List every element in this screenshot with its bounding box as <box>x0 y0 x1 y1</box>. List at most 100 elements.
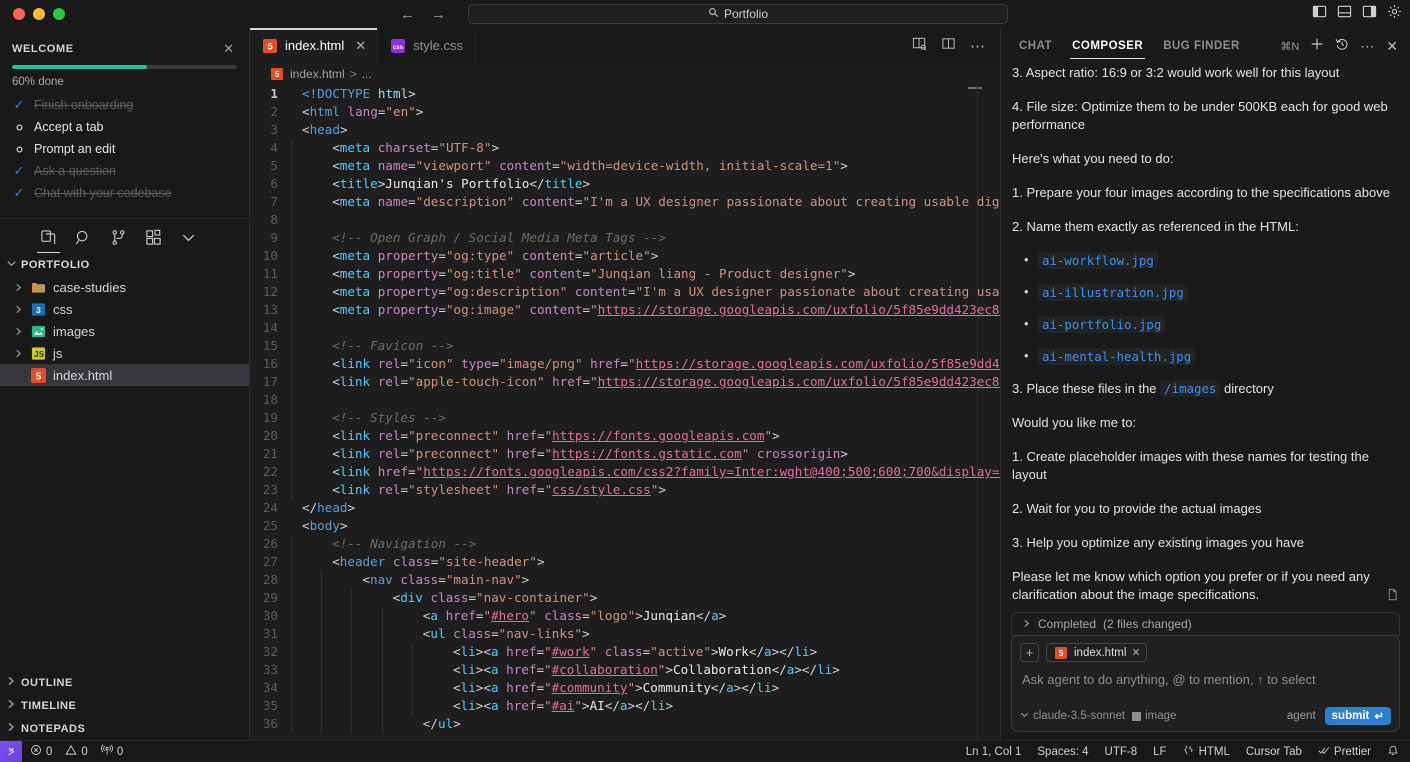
bell-icon[interactable] <box>1387 744 1399 759</box>
onboarding-task[interactable]: Prompt an edit <box>0 138 249 160</box>
panel-right-icon[interactable] <box>1362 4 1377 24</box>
close-icon[interactable]: ✕ <box>220 42 237 55</box>
code-token[interactable]: https://fonts.googleapis.com/css2?family… <box>423 464 1000 479</box>
files-explorer-icon[interactable] <box>37 229 60 253</box>
code-line[interactable]: 31 <ul class="nav-links"> <box>250 625 1000 643</box>
cursor-logo-icon[interactable] <box>0 740 22 762</box>
code-line[interactable]: 21 <link rel="preconnect" href="https://f… <box>250 445 1000 463</box>
code-token[interactable]: css/style.css <box>552 482 651 497</box>
sidebar-section-timeline[interactable]: TIMELINE <box>0 694 249 717</box>
chat-tab-composer[interactable]: COMPOSER <box>1062 28 1153 64</box>
code-line[interactable]: 27 <header class="site-header"> <box>250 553 1000 571</box>
problems-warnings[interactable]: 0 <box>65 744 88 759</box>
code-line[interactable]: 4 <meta charset="UTF-8"> <box>250 139 1000 157</box>
agent-mode-label[interactable]: agent <box>1287 710 1316 722</box>
code-line[interactable]: 9 <!-- Open Graph / Social Media Meta Tag… <box>250 229 1000 247</box>
panel-left-icon[interactable] <box>1312 4 1327 24</box>
arrow-right-icon[interactable]: → <box>431 7 446 22</box>
code-line[interactable]: 28 <nav class="main-nav"> <box>250 571 1000 589</box>
editor-tab-actions[interactable]: ⋯ <box>898 28 1000 63</box>
chat-message-scroll[interactable]: 3. Aspect ratio: 16:9 or 3:2 would work … <box>1001 64 1410 612</box>
code-line[interactable]: 8 <box>250 211 1000 229</box>
code-token[interactable]: #ai <box>552 698 575 713</box>
code-token[interactable]: https://storage.googleapis.com/uxfolio/5… <box>636 356 1000 371</box>
plus-icon[interactable] <box>1310 37 1324 56</box>
code-line[interactable]: 32 <li><a href="#work" class="active">Wor… <box>250 643 1000 661</box>
code-line[interactable]: 18 <box>250 391 1000 409</box>
problems-errors[interactable]: 0 <box>30 744 52 759</box>
tree-folder-case-studies[interactable]: case-studies <box>0 276 249 298</box>
code-line[interactable]: 30 <a href="#hero" class="logo">Junqian</… <box>250 607 1000 625</box>
cursor-tab-status[interactable]: Cursor Tab <box>1246 746 1302 758</box>
close-window-button[interactable] <box>13 8 25 20</box>
code-line[interactable]: 10 <meta property="og:type" content="arti… <box>250 247 1000 265</box>
chevron-right-icon[interactable] <box>1022 617 1031 631</box>
minimize-window-button[interactable] <box>33 8 45 20</box>
context-chip-index-html[interactable]: 5 index.html ✕ <box>1046 643 1147 662</box>
code-line[interactable]: 22 <link href="https://fonts.googleapis.c… <box>250 463 1000 481</box>
gear-icon[interactable] <box>1387 4 1402 24</box>
chat-tab-chat[interactable]: CHAT <box>1009 28 1062 64</box>
cursor-position[interactable]: Ln 1, Col 1 <box>966 746 1022 758</box>
code-line[interactable]: 20 <link rel="preconnect" href="https://f… <box>250 427 1000 445</box>
onboarding-task[interactable]: ✓ Finish onboarding <box>0 94 249 116</box>
editor-tab-index-html[interactable]: 5 index.html ✕ <box>250 28 379 63</box>
search-icon[interactable] <box>75 229 92 246</box>
more-actions-icon[interactable]: ⋯ <box>970 37 986 55</box>
editor-overview-ruler[interactable] <box>977 85 978 740</box>
ports-forwarded[interactable]: 0 <box>100 744 123 759</box>
project-root-row[interactable]: PORTFOLIO <box>0 252 249 276</box>
code-line[interactable]: 15 <!-- Favicon --> <box>250 337 1000 355</box>
arrow-left-icon[interactable]: ← <box>400 7 415 22</box>
end-of-line-sequence[interactable]: LF <box>1153 746 1166 758</box>
breadcrumb-file[interactable]: index.html <box>290 67 345 81</box>
code-line[interactable]: 33 <li><a href="#collaboration">Collabora… <box>250 661 1000 679</box>
code-line[interactable]: 2 <html lang="en"> <box>250 103 1000 121</box>
code-token[interactable]: #hero <box>491 608 529 623</box>
explorer-toolbar[interactable] <box>0 219 249 253</box>
indentation-setting[interactable]: Spaces: 4 <box>1037 746 1088 758</box>
navigation-arrows[interactable]: ← → <box>400 7 446 22</box>
code-line[interactable]: 23 <link rel="stylesheet" href="css/style… <box>250 481 1000 499</box>
chat-panel-tools[interactable]: ⌘N ⋯ ✕ <box>1280 37 1402 56</box>
code-line[interactable]: 13 <meta property="og:image" content="htt… <box>250 301 1000 319</box>
tree-folder-css[interactable]: 3 css <box>0 298 249 320</box>
source-control-branch-icon[interactable] <box>110 229 127 246</box>
panel-bottom-icon[interactable] <box>1337 4 1352 24</box>
onboarding-task[interactable]: Accept a tab <box>0 116 249 138</box>
tree-folder-js[interactable]: JS js <box>0 342 249 364</box>
sidebar-section-outline[interactable]: OUTLINE <box>0 671 249 694</box>
code-editor[interactable]: 1 <!DOCTYPE html> 2 <html lang="en"> 3 <head>… <box>250 85 1000 740</box>
code-token[interactable]: #collaboration <box>552 662 658 677</box>
code-line[interactable]: 25 <body> <box>250 517 1000 535</box>
sidebar-section-notepads[interactable]: NOTEPADS <box>0 717 249 740</box>
chat-tab-bug-finder[interactable]: BUG FINDER <box>1153 28 1250 64</box>
code-line[interactable]: 26 <!-- Navigation --> <box>250 535 1000 553</box>
code-line[interactable]: 34 <li><a href="#community">Community</a>… <box>250 679 1000 697</box>
language-mode[interactable]: HTML <box>1183 744 1230 759</box>
code-line[interactable]: 5 <meta name="viewport" content="width=de… <box>250 157 1000 175</box>
code-line[interactable]: 36 </ul> <box>250 715 1000 733</box>
code-line[interactable]: 14 <box>250 319 1000 337</box>
code-token[interactable]: https://fonts.googleapis.com <box>552 428 764 443</box>
code-token[interactable]: #community <box>552 680 628 695</box>
code-line[interactable]: 29 <div class="nav-container"> <box>250 589 1000 607</box>
code-line[interactable]: 12 <meta property="og:description" conten… <box>250 283 1000 301</box>
composer-box[interactable]: + 5 index.html ✕ Ask agent to do anythin… <box>1011 635 1400 732</box>
close-icon[interactable]: ✕ <box>1386 38 1398 55</box>
completed-status-row[interactable]: Completed (2 files changed) <box>1011 612 1400 636</box>
add-context-button[interactable]: + <box>1020 643 1039 662</box>
copy-icon[interactable] <box>1386 588 1399 606</box>
code-line[interactable]: 17 <link rel="apple-touch-icon" href="htt… <box>250 373 1000 391</box>
code-token[interactable]: #work <box>552 644 590 659</box>
code-line[interactable]: 35 <li><a href="#ai">AI</a></li> <box>250 697 1000 715</box>
layout-controls[interactable] <box>1312 4 1402 24</box>
breadcrumb[interactable]: 5 index.html > ... <box>250 63 1000 85</box>
extensions-icon[interactable] <box>145 229 162 246</box>
model-picker[interactable]: claude-3.5-sonnet <box>1020 710 1125 722</box>
onboarding-task[interactable]: ✓ Ask a question <box>0 160 249 182</box>
formatter-status[interactable]: Prettier <box>1318 744 1371 759</box>
code-line[interactable]: 6 <title>Junqian's Portfolio</title> <box>250 175 1000 193</box>
chevron-right-icon[interactable] <box>12 305 24 314</box>
editor-tab-style-css[interactable]: css style.css <box>378 28 475 63</box>
